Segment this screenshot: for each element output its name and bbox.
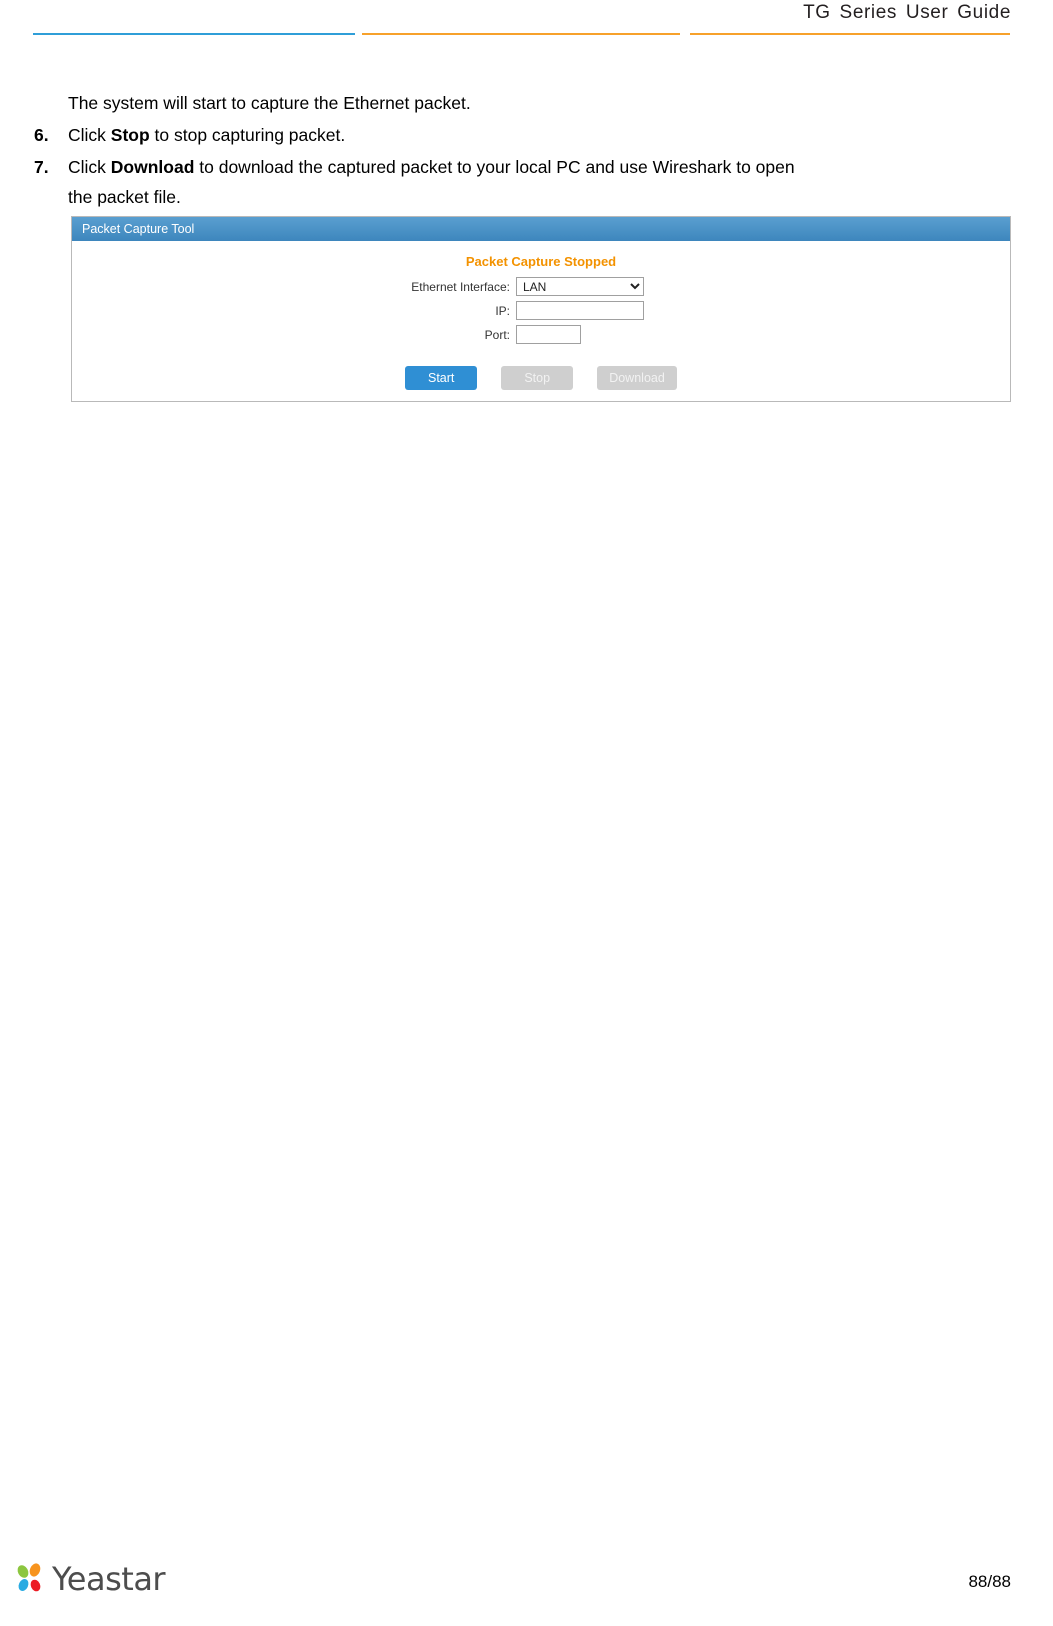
yeastar-logo: Yeastar <box>14 1560 166 1598</box>
capture-form: Ethernet Interface: LAN WAN IP: Port: <box>72 277 1010 344</box>
step-6-pre: Click <box>68 125 111 145</box>
port-label: Port: <box>484 327 510 342</box>
step-7-continuation: the packet file. <box>68 187 181 207</box>
header-rule-blue <box>33 33 355 35</box>
ethernet-interface-label: Ethernet Interface: <box>411 279 510 294</box>
ethernet-interface-select[interactable]: LAN WAN <box>516 277 644 296</box>
header-rule-orange-left <box>362 33 680 35</box>
step-7-pre: Click <box>68 157 111 177</box>
page-footer: Yeastar 88/88 <box>0 1536 1053 1626</box>
ip-field-wrap <box>516 301 756 320</box>
step-6-post: to stop capturing packet. <box>149 125 346 145</box>
yeastar-logo-icon <box>14 1562 48 1596</box>
panel-title: Packet Capture Tool <box>72 217 1010 241</box>
panel-body: Packet Capture Stopped Ethernet Interfac… <box>72 254 1010 414</box>
header-rule-orange-right <box>690 33 1010 35</box>
stop-button[interactable]: Stop <box>501 366 574 390</box>
download-button[interactable]: Download <box>597 366 677 390</box>
ethernet-interface-field-wrap: LAN WAN <box>516 277 756 296</box>
yeastar-wordmark: Yeastar <box>52 1560 166 1598</box>
form-row-ethernet-interface: Ethernet Interface: LAN WAN <box>72 277 1010 296</box>
ip-input[interactable] <box>516 301 644 320</box>
step-6: 6. Click Stop to stop capturing packet. <box>0 120 1008 150</box>
form-row-ip: IP: <box>72 301 1010 320</box>
step-7-text: Click Download to download the captured … <box>68 152 1008 182</box>
ip-label: IP: <box>495 303 510 318</box>
form-row-port: Port: <box>72 325 1010 344</box>
packet-capture-tool-screenshot: Packet Capture Tool Packet Capture Stopp… <box>71 216 1011 402</box>
port-field-wrap <box>516 325 756 344</box>
step-6-text: Click Stop to stop capturing packet. <box>68 120 1008 150</box>
document-title: TG Series User Guide <box>803 2 1011 23</box>
page-number: 88/88 <box>968 1572 1011 1591</box>
step-7-bold: Download <box>110 157 195 177</box>
step-7: 7. Click Download to download the captur… <box>0 152 1008 212</box>
yeastar-leaf-icon <box>17 1563 41 1592</box>
capture-buttons: Start Stop Download <box>72 366 1010 390</box>
step-7-post: to download the captured packet to your … <box>194 157 795 177</box>
page-header: TG Series User Guide <box>0 0 1053 42</box>
step-6-number: 6. <box>34 125 49 145</box>
step-7-number: 7. <box>34 157 49 177</box>
step-6-bold: Stop <box>110 125 150 145</box>
capture-status-text: Packet Capture Stopped <box>465 254 617 269</box>
port-input[interactable] <box>516 325 581 344</box>
page-content: The system will start to capture the Eth… <box>0 88 1053 212</box>
start-button[interactable]: Start <box>405 366 478 390</box>
intro-text: The system will start to capture the Eth… <box>68 93 471 113</box>
